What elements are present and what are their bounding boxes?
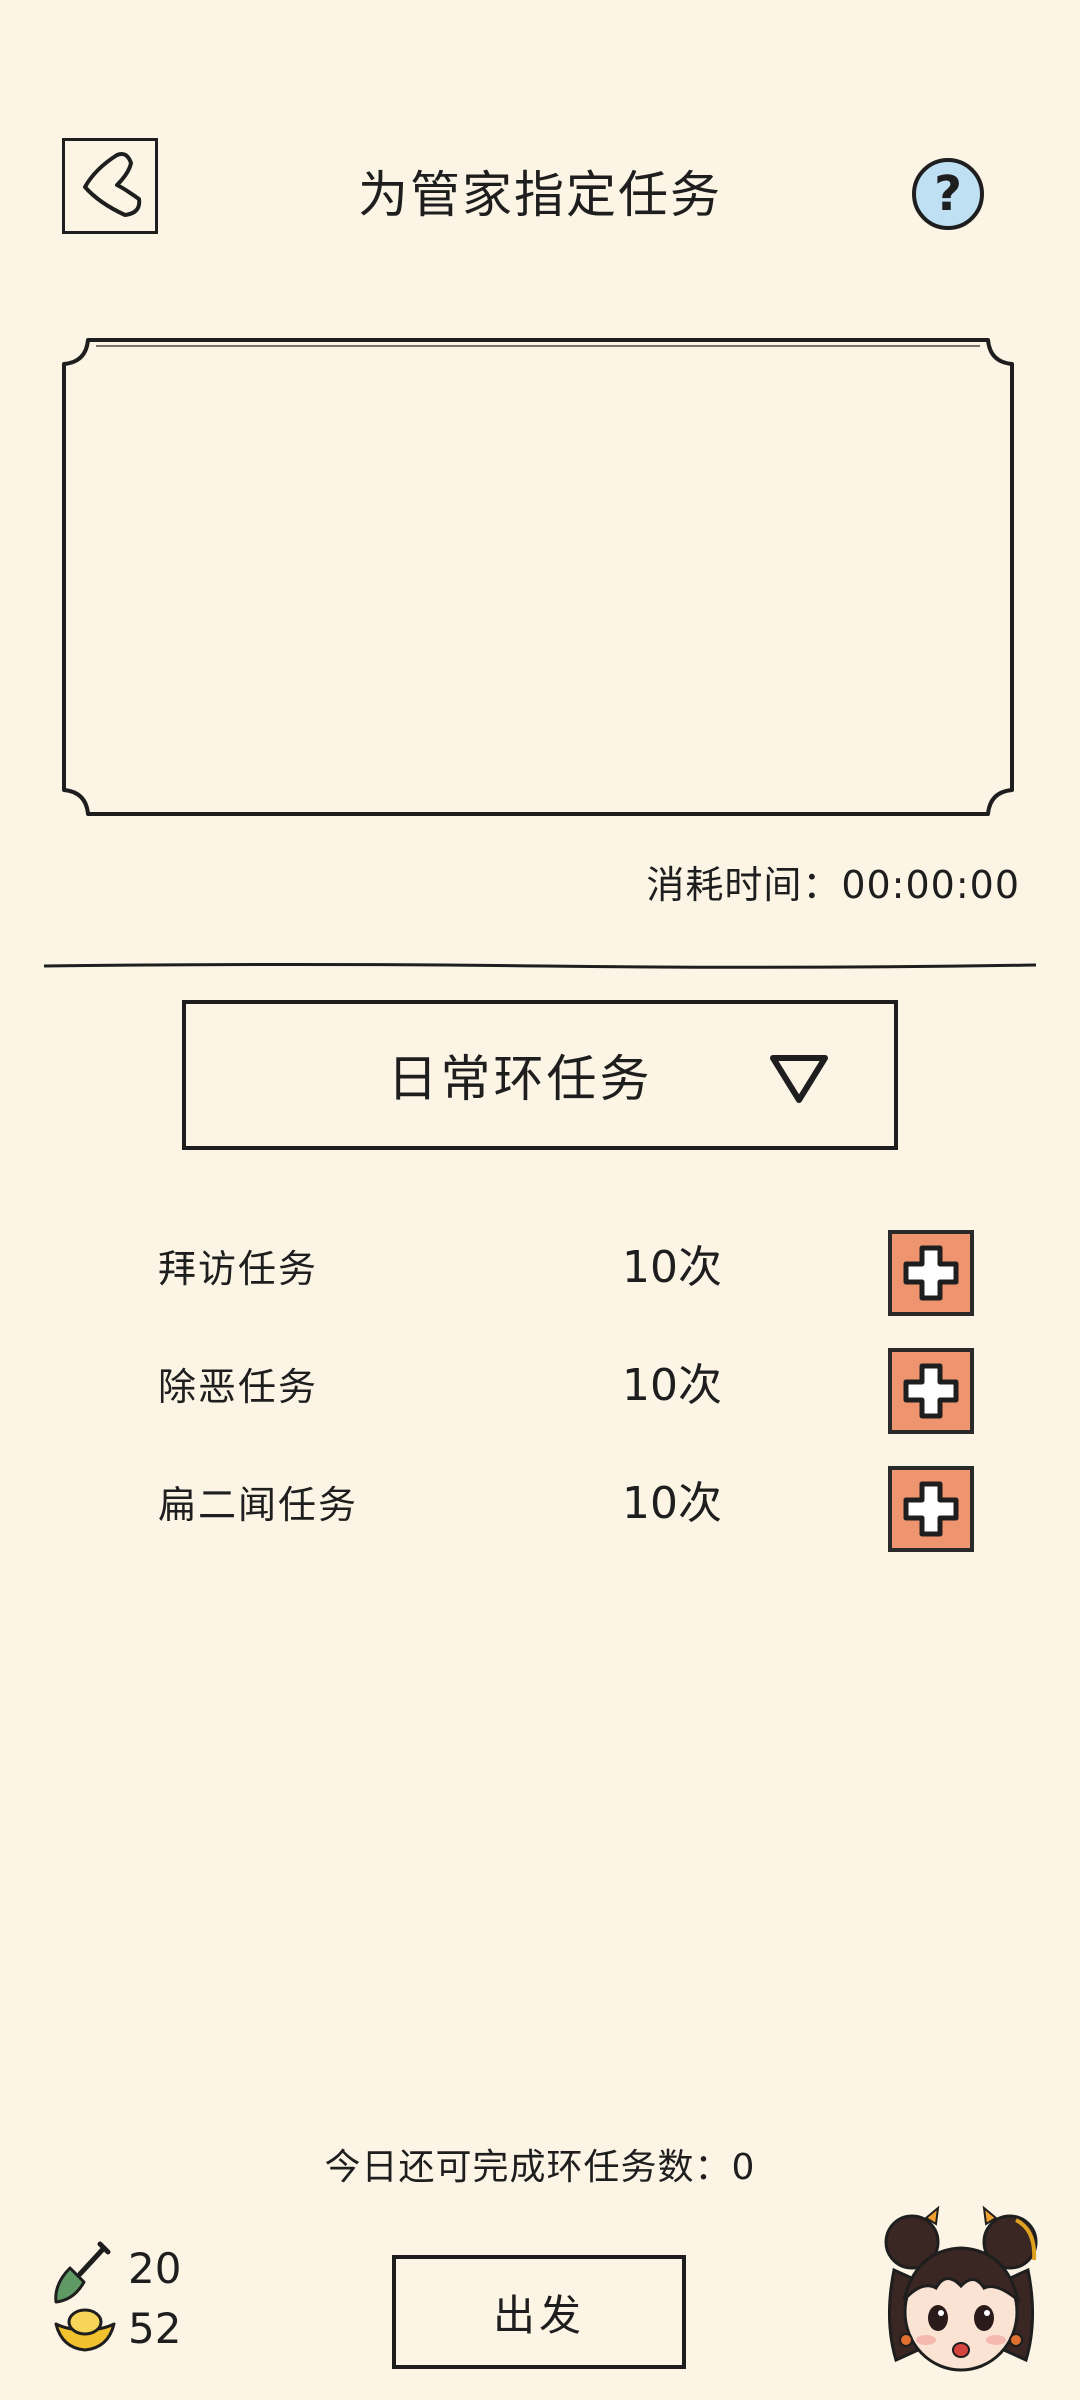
task-row: 除恶任务 10次 (0, 1344, 1080, 1434)
depart-button[interactable]: 出发 (392, 2255, 686, 2369)
question-icon: ? (934, 166, 962, 222)
help-button[interactable]: ? (912, 158, 984, 230)
add-button[interactable] (888, 1230, 974, 1316)
task-count: 10次 (622, 1360, 722, 1411)
triangle-down-icon (770, 1055, 828, 1103)
task-name: 扁二闻任务 (158, 1483, 359, 1527)
gold-count: 52 (128, 2304, 182, 2353)
task-name: 拜访任务 (158, 1247, 319, 1291)
time-label: 消耗时间： (646, 863, 842, 907)
remaining-label: 今日还可完成环任务数： (324, 2147, 732, 2188)
gold-ingot-icon (54, 2308, 116, 2352)
remaining-tasks: 今日还可完成环任务数：0 (0, 2150, 1080, 2186)
divider (44, 963, 1036, 969)
task-count: 10次 (622, 1478, 722, 1529)
task-name: 除恶任务 (158, 1365, 319, 1409)
time-consumed: 消耗时间：00:00:00 (646, 866, 1020, 904)
plus-icon (903, 1363, 959, 1419)
add-button[interactable] (888, 1348, 974, 1434)
remaining-value: 0 (731, 2147, 756, 2188)
shovel-count: 20 (128, 2244, 182, 2293)
task-count: 10次 (622, 1242, 722, 1293)
plus-icon (903, 1245, 959, 1301)
task-type-dropdown[interactable]: 日常环任务 (182, 1000, 898, 1150)
task-row: 拜访任务 10次 (0, 1226, 1080, 1316)
task-row: 扁二闻任务 10次 (0, 1462, 1080, 1552)
avatar[interactable] (866, 2200, 1056, 2390)
time-value: 00:00:00 (841, 863, 1020, 907)
shovel-icon (54, 2241, 111, 2304)
task-frame (62, 338, 1014, 816)
plus-icon (903, 1481, 959, 1537)
add-button[interactable] (888, 1466, 974, 1552)
